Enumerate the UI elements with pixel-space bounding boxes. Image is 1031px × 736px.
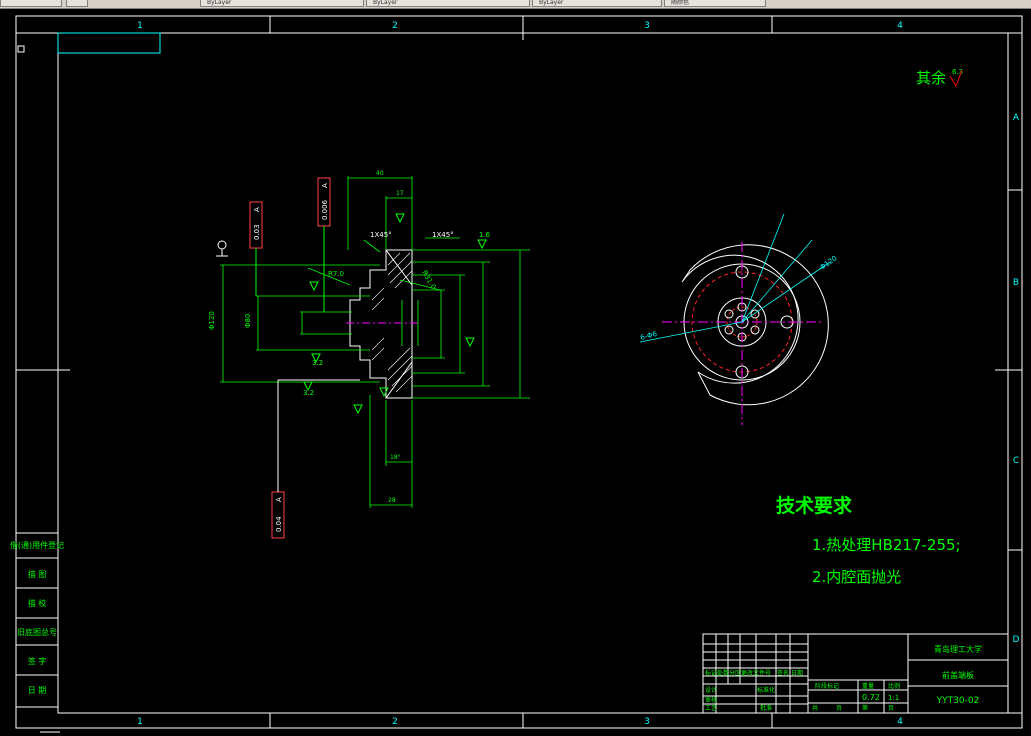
dim-text: 40 xyxy=(376,170,384,177)
dia-text: Φ120 xyxy=(819,254,839,271)
tb-label: 阶段标记 xyxy=(815,682,839,690)
col-label: 2 xyxy=(392,717,398,727)
surface-note: 其余 6.3 xyxy=(916,68,963,88)
ucs-marker xyxy=(17,45,25,53)
col-label: 3 xyxy=(644,21,650,31)
disc-outline xyxy=(681,244,829,406)
tb-label: 审核 xyxy=(705,696,717,704)
dim-text: 18° xyxy=(390,454,401,461)
dia-text: Φ80 xyxy=(244,314,252,328)
datum-ref: A xyxy=(321,183,329,188)
side-table: 借(通)用件登记 描 图 描 校 旧底图总号 签 字 日 期 xyxy=(10,532,64,708)
code-box xyxy=(57,32,161,54)
tolerance-value: 0.006 xyxy=(321,199,329,220)
col-label: 4 xyxy=(897,21,903,31)
tb-label: 批准 xyxy=(760,704,772,712)
tb-drawing-no: YYT30-02 xyxy=(936,696,980,706)
tech-requirements: 技术要求 1.热处理HB217-255; 2.内腔面抛光 xyxy=(776,494,961,586)
tb-label: 分区 xyxy=(729,669,741,677)
row-label: C xyxy=(1013,456,1019,466)
tech-line-1: 1.热处理HB217-255; xyxy=(812,536,961,554)
title-block: 标记 处数 分区 更改文件号 签名 日期 设计 标准化 审核 工艺 批准 阶段标… xyxy=(702,633,1009,714)
leaders xyxy=(639,213,831,343)
roughness-text: 1.6 xyxy=(479,231,491,239)
tb-label: 签名 xyxy=(777,669,789,677)
plotstyle-select[interactable]: 随颜色 xyxy=(664,0,766,7)
toolbar-slot[interactable] xyxy=(0,0,62,7)
color-select[interactable]: ByLayer xyxy=(200,0,364,7)
row-label: A xyxy=(1013,113,1020,123)
side-table-cell: 旧底图总号 xyxy=(17,627,57,637)
chamfer-text: 1X45° xyxy=(370,231,392,239)
side-table-cell: 借(通)用件登记 xyxy=(10,540,64,550)
tb-label: 设计 xyxy=(705,686,717,694)
datum-ref: A xyxy=(275,497,283,502)
tb-label: 页 xyxy=(888,705,894,712)
dim-text: 17 xyxy=(396,190,404,197)
gdt-circular-runout: 0.03 A xyxy=(249,201,263,296)
gdt-perpendicularity: 0.04 A xyxy=(271,379,360,539)
tb-label: 共 xyxy=(812,704,818,712)
dia-text: Φ120 xyxy=(208,311,216,330)
linetype-select[interactable]: ByLayer xyxy=(366,0,530,7)
side-table-cell: 描 校 xyxy=(28,598,47,608)
tb-part-name: 前盖端板 xyxy=(942,670,974,680)
tolerance-value: 0.04 xyxy=(275,516,283,532)
inner-border xyxy=(57,32,1009,714)
dim-text: 28 xyxy=(388,497,396,504)
side-table-cell: 签 字 xyxy=(28,656,47,666)
row-label: B xyxy=(1013,278,1019,288)
front-view: 6-Φ6 Φ120 xyxy=(639,213,839,425)
tech-title: 技术要求 xyxy=(776,494,853,517)
cad-drawing-canvas[interactable]: 1 2 3 4 1 2 3 4 A B C D 其余 6.3 40 17 28 … xyxy=(0,8,1031,736)
radius-text: R31.0 xyxy=(420,269,437,291)
col-label: 1 xyxy=(137,717,143,727)
tech-line-2: 2.内腔面抛光 xyxy=(812,568,901,586)
tb-label: 工艺 xyxy=(705,704,717,712)
gdt-total-runout: 0.006 A xyxy=(317,177,331,312)
col-label: 4 xyxy=(897,717,903,727)
roughness-text: 3.2 xyxy=(303,389,314,397)
tb-weight: 0.72 xyxy=(862,693,880,702)
tb-scale: 1:1 xyxy=(888,694,899,702)
layer-icon[interactable] xyxy=(66,0,88,7)
row-label: D xyxy=(1013,635,1020,645)
outer-border xyxy=(15,15,1023,729)
col-label: 3 xyxy=(644,717,650,727)
roughness-text: 3.2 xyxy=(312,359,323,367)
surface-note-text: 其余 xyxy=(916,69,946,87)
tb-label: 第 xyxy=(862,704,868,712)
section-view: 40 17 28 18° 1X45° 1X45° R7.0 R31.0 1.6 … xyxy=(208,170,530,539)
datum-ref: A xyxy=(253,207,261,212)
tolerance-value: 0.03 xyxy=(253,224,261,240)
tb-label: 页 xyxy=(836,705,842,712)
tb-label: 标准化 xyxy=(757,686,775,694)
datum-symbol xyxy=(216,240,228,257)
tb-label: 比例 xyxy=(888,682,900,690)
tb-label: 处数 xyxy=(717,669,729,677)
tb-label: 重量 xyxy=(862,682,874,690)
chamfer-text: 1X45° xyxy=(432,231,454,239)
tb-university: 青岛理工大学 xyxy=(934,644,982,654)
side-table-cell: 描 图 xyxy=(28,569,47,579)
tb-label: 更改文件号 xyxy=(741,669,771,677)
side-table-cell: 日 期 xyxy=(28,686,47,695)
tb-label: 标记 xyxy=(705,669,717,677)
lineweight-select[interactable]: ByLayer xyxy=(532,0,662,7)
tb-label: 日期 xyxy=(791,669,803,677)
col-label: 1 xyxy=(137,21,143,31)
col-label: 2 xyxy=(392,21,398,31)
radius-text: R7.0 xyxy=(328,270,344,278)
